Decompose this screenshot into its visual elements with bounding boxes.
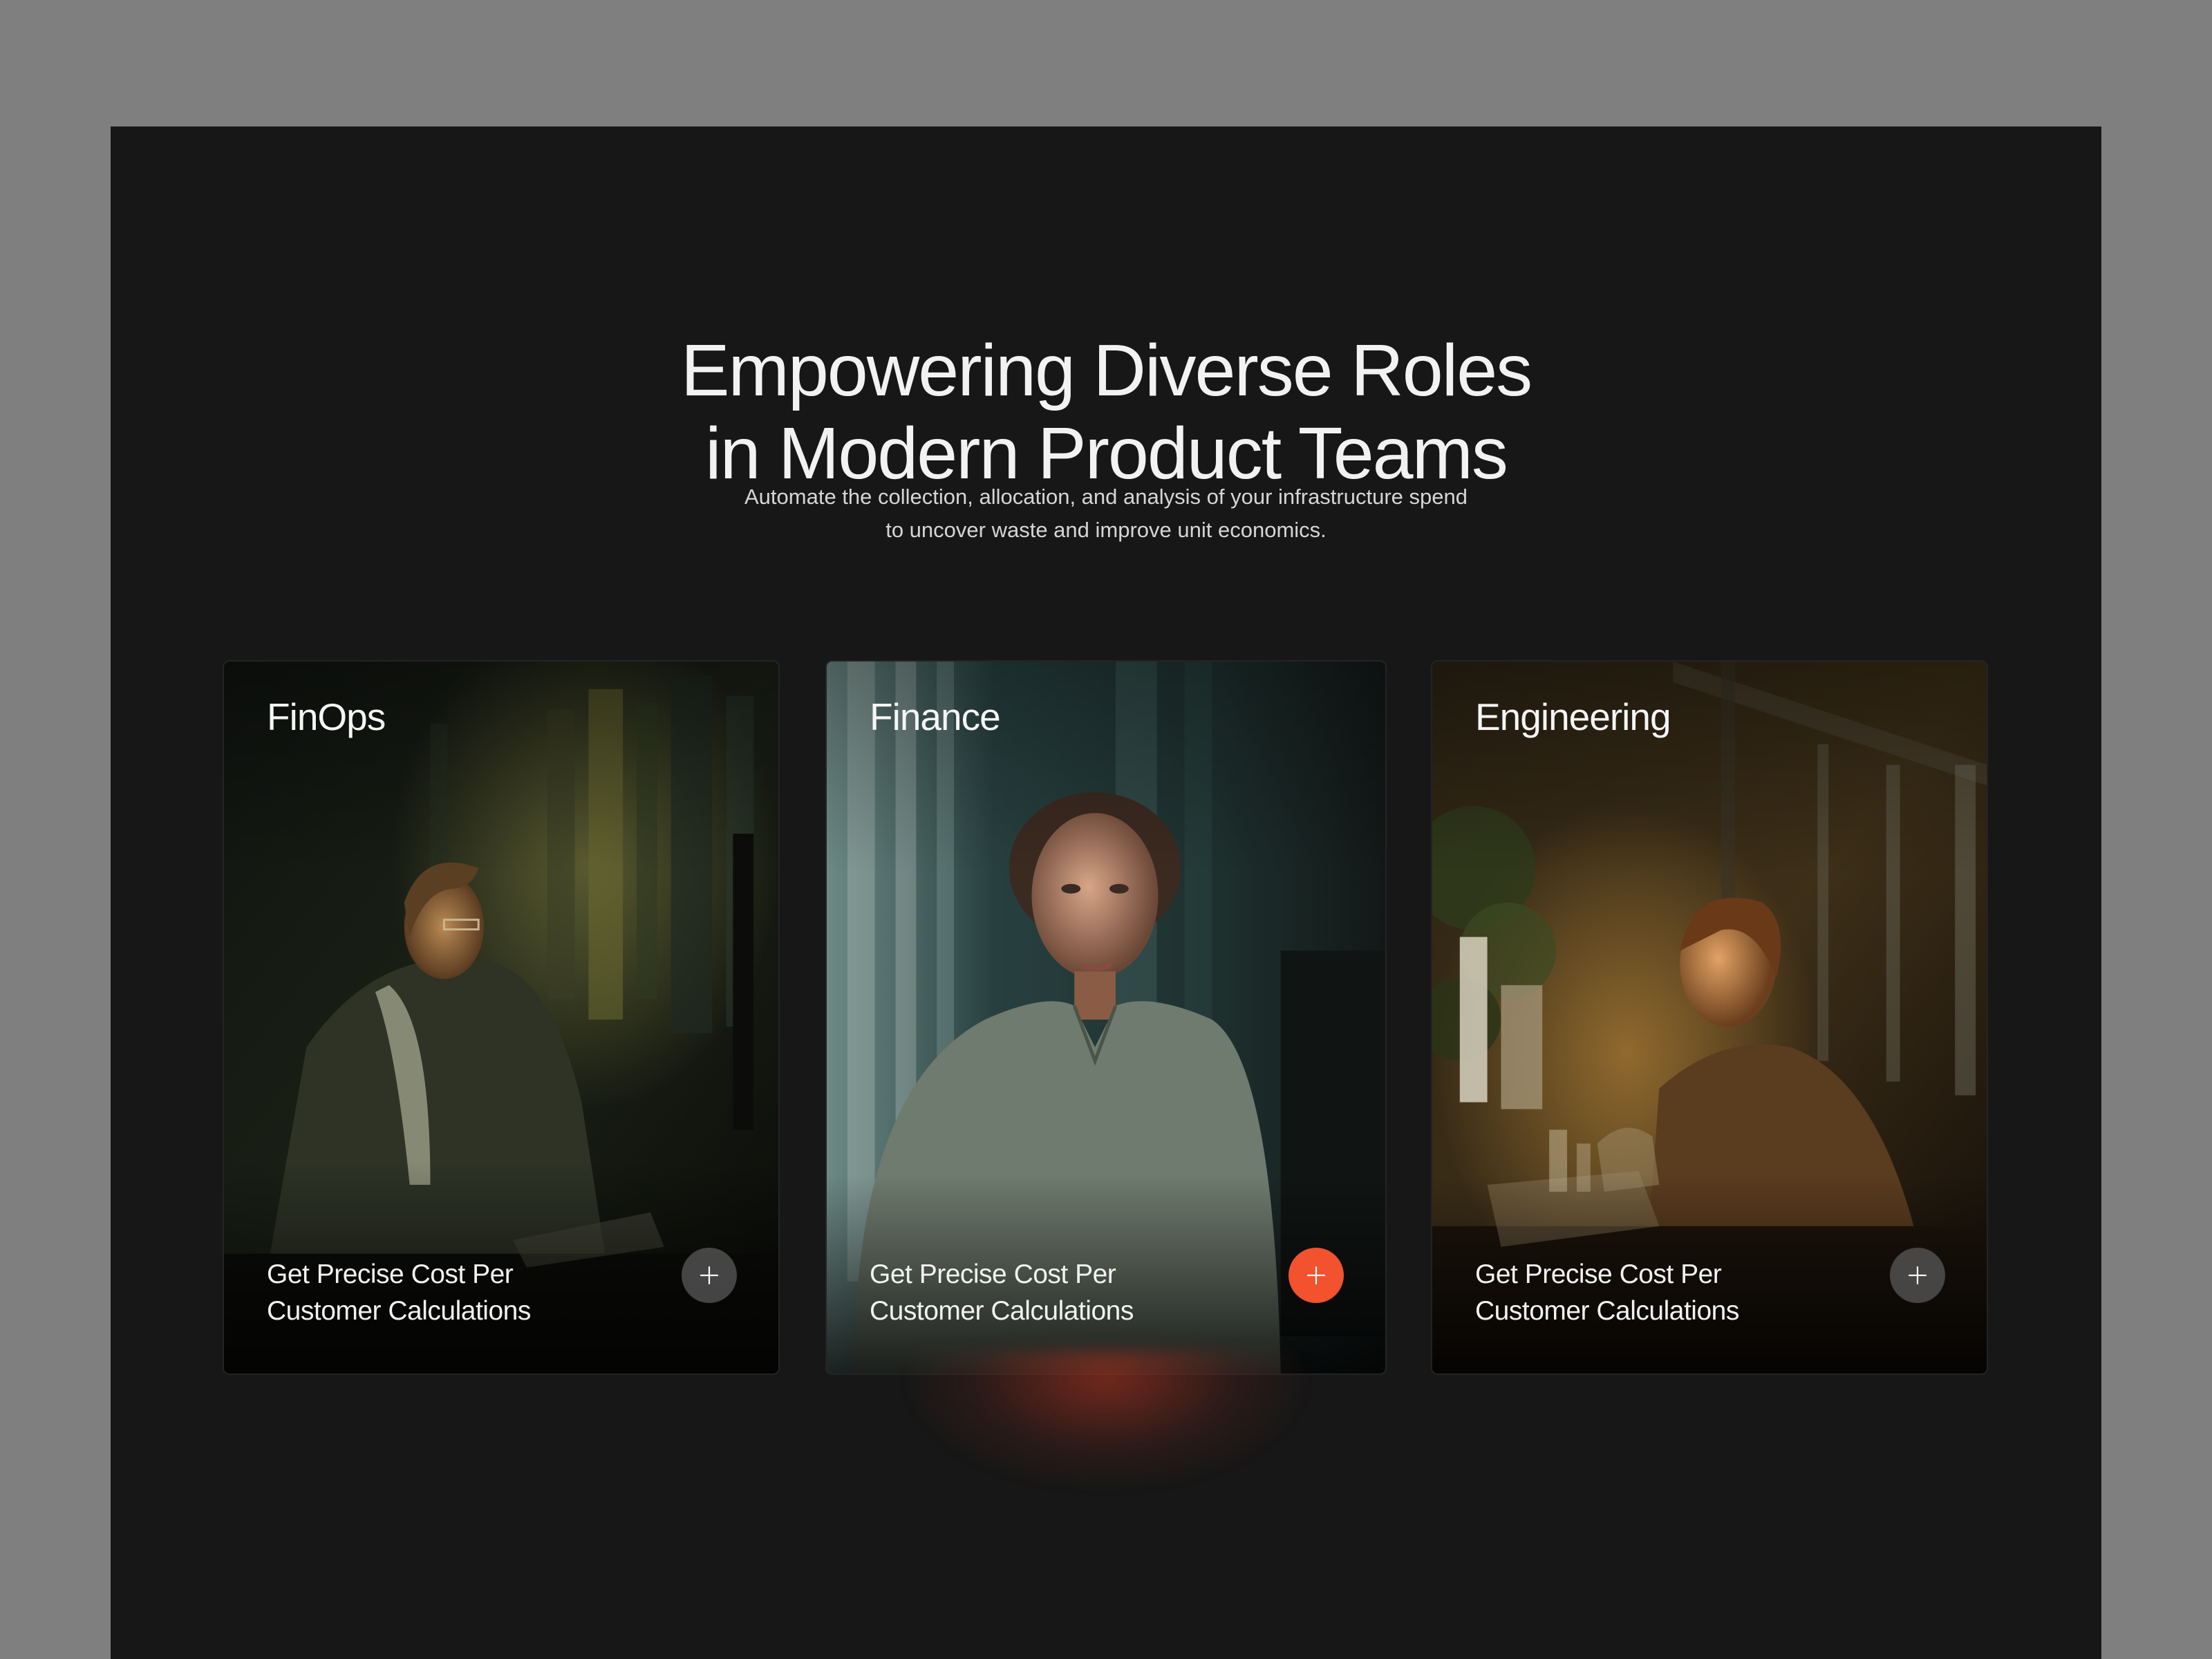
plus-icon xyxy=(700,1266,719,1285)
active-card-glow xyxy=(906,1350,1306,1488)
expand-button[interactable] xyxy=(682,1248,737,1303)
card-title: Finance xyxy=(870,695,1001,738)
card-caption: Get Precise Cost Per Customer Calculatio… xyxy=(267,1256,531,1329)
section-subtitle: Automate the collection, allocation, and… xyxy=(111,480,2101,547)
subtitle-line-1: Automate the collection, allocation, and… xyxy=(744,485,1468,509)
heading-line-1: Empowering Diverse Roles xyxy=(680,330,1533,412)
caption-line-2: Customer Calculations xyxy=(267,1296,531,1326)
subtitle-line-2: to uncover waste and improve unit econom… xyxy=(885,518,1327,542)
expand-button[interactable] xyxy=(1288,1248,1344,1303)
role-card-finops[interactable]: FinOps Get Precise Cost Per Customer Cal… xyxy=(223,660,780,1375)
caption-line-2: Customer Calculations xyxy=(870,1296,1134,1326)
expand-button[interactable] xyxy=(1890,1248,1945,1303)
card-title: FinOps xyxy=(267,695,386,738)
role-card-engineering[interactable]: Engineering Get Precise Cost Per Custome… xyxy=(1431,660,1988,1375)
caption-line-1: Get Precise Cost Per xyxy=(870,1259,1116,1289)
caption-line-1: Get Precise Cost Per xyxy=(1475,1259,1722,1289)
plus-icon xyxy=(1306,1266,1326,1285)
card-title: Engineering xyxy=(1475,695,1671,738)
card-caption: Get Precise Cost Per Customer Calculatio… xyxy=(1475,1256,1739,1329)
card-caption: Get Precise Cost Per Customer Calculatio… xyxy=(870,1256,1134,1329)
plus-icon xyxy=(1908,1266,1927,1285)
role-card-finance[interactable]: Finance Get Precise Cost Per Customer Ca… xyxy=(825,660,1387,1375)
caption-line-2: Customer Calculations xyxy=(1475,1296,1739,1326)
caption-line-1: Get Precise Cost Per xyxy=(267,1259,514,1289)
section-heading: Empowering Diverse Roles in Modern Produ… xyxy=(111,329,2101,495)
roles-section: Empowering Diverse Roles in Modern Produ… xyxy=(111,126,2101,1659)
